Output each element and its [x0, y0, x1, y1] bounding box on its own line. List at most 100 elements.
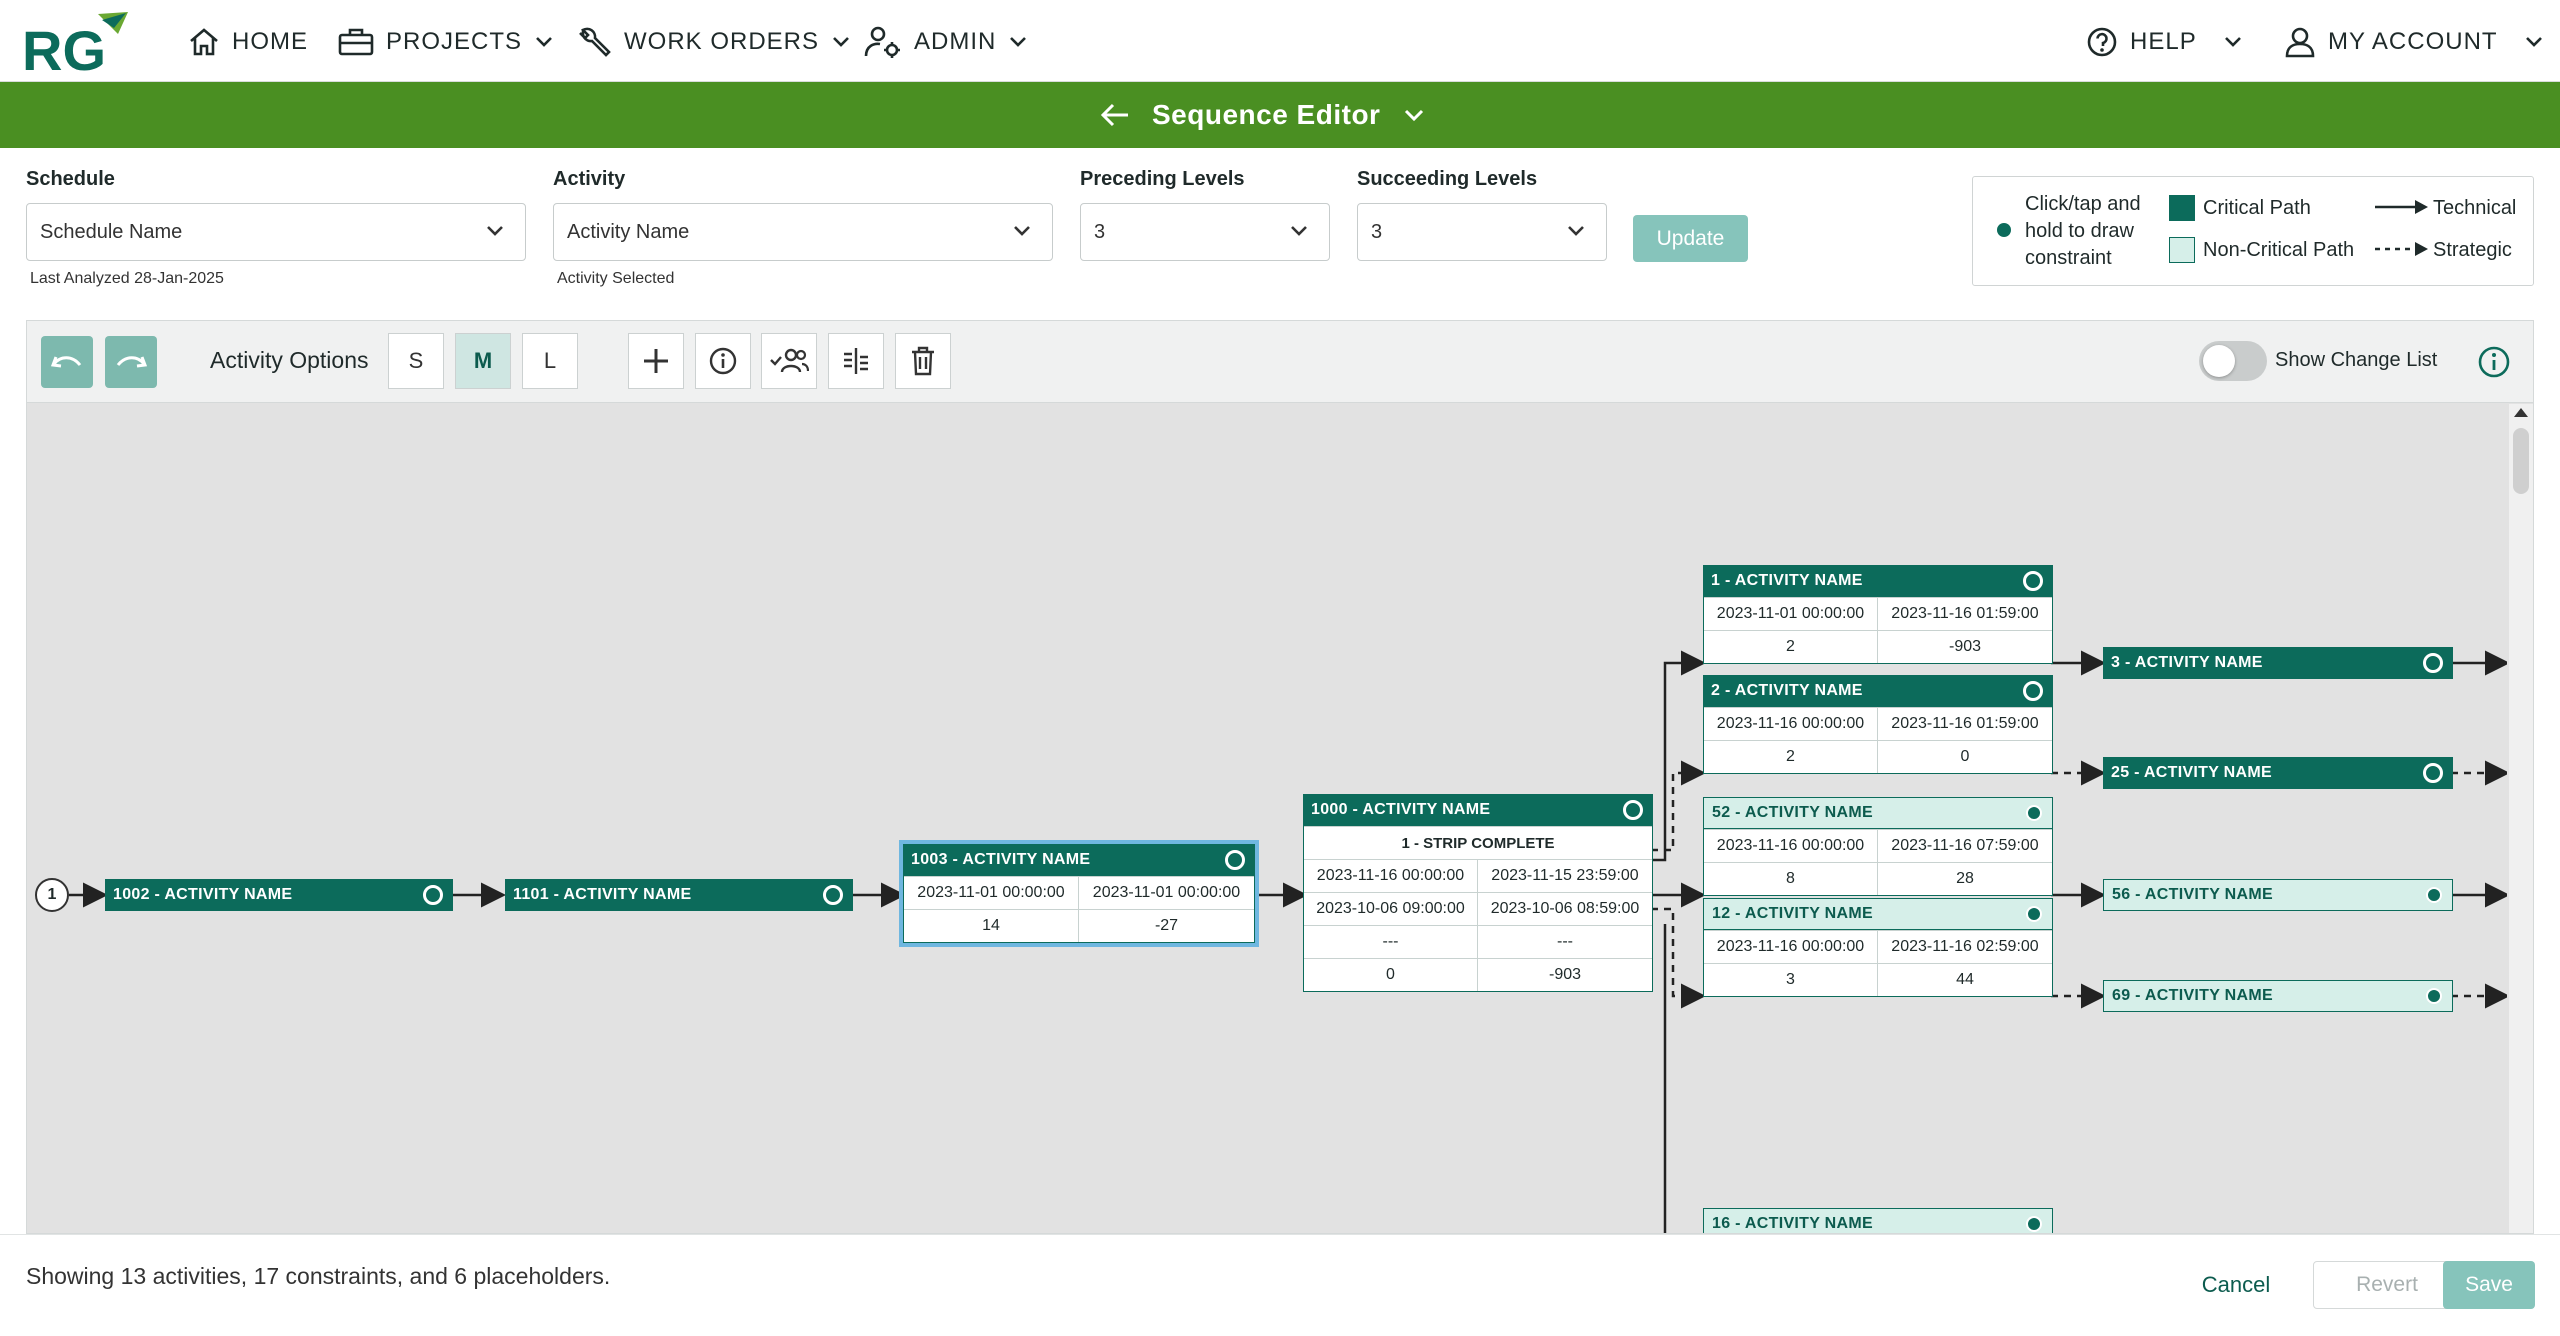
chevron-down-icon: [833, 37, 849, 47]
constraint-arrow[interactable]: [1651, 907, 1706, 1009]
connector-handle-icon[interactable]: [2026, 1216, 2042, 1232]
activity-select[interactable]: Activity Name: [553, 203, 1053, 261]
redo-button[interactable]: [105, 336, 157, 388]
activity-node-12[interactable]: 12 - ACTIVITY NAME 2023-11-16 00:00:00 2…: [1703, 898, 2053, 997]
activity-start-alt: 2023-10-06 09:00:00: [1304, 892, 1478, 925]
activity-options-label: Activity Options: [210, 347, 369, 373]
add-activity-button[interactable]: [628, 333, 684, 389]
activity-node-16[interactable]: 16 - ACTIVITY NAME: [1703, 1208, 2053, 1233]
activity-info-button[interactable]: [695, 333, 751, 389]
activity-title: 2 - ACTIVITY NAME: [1711, 682, 1863, 699]
nav-my-account[interactable]: MY ACCOUNT: [2284, 24, 2544, 60]
vertical-scrollbar[interactable]: [2509, 404, 2533, 1233]
undo-icon: [50, 356, 82, 368]
succeeding-levels-label: Succeeding Levels: [1357, 168, 1538, 190]
chevron-down-icon: [487, 226, 503, 236]
activity-node-1[interactable]: 1 - ACTIVITY NAME 2023-11-01 00:00:00 20…: [1703, 565, 2053, 664]
succeeding-levels-select[interactable]: 3: [1357, 203, 1607, 261]
activity-node-1000[interactable]: 1000 - ACTIVITY NAME 1 - STRIP COMPLETE …: [1303, 794, 1653, 992]
connector-handle-icon[interactable]: [423, 885, 443, 905]
activity-finish: 2023-11-16 01:59:00: [1878, 597, 2052, 630]
activity-title: 3 - ACTIVITY NAME: [2111, 654, 2263, 671]
connector-handle-icon[interactable]: [2026, 805, 2042, 821]
toggle-knob: [2203, 345, 2235, 377]
connector-handle-icon[interactable]: [823, 885, 843, 905]
split-icon: [844, 348, 868, 374]
connector-handle-icon[interactable]: [1623, 800, 1643, 820]
chevron-down-icon: [1014, 226, 1030, 236]
user-gear-icon: [864, 26, 900, 58]
legend-strategic-label: Strategic: [2433, 239, 2512, 261]
nav-work-orders[interactable]: WORK ORDERS: [578, 24, 851, 60]
activity-note: Activity Selected: [557, 270, 675, 287]
scroll-up-icon[interactable]: [2514, 408, 2528, 417]
diagram-summary: Showing 13 activities, 17 constraints, a…: [26, 1263, 611, 1289]
page-title: Sequence Editor: [1152, 99, 1381, 130]
activity-node-1101[interactable]: 1101 - ACTIVITY NAME: [505, 879, 853, 911]
non-critical-path-swatch: [2169, 237, 2195, 263]
sequence-diagram[interactable]: 1 1002 - ACTIVITY NAME 1101 - ACTIVITY N…: [27, 404, 2507, 1233]
back-arrow-icon[interactable]: [1100, 102, 1130, 128]
constraint-arrow[interactable]: [1651, 760, 1706, 852]
activity-finish: 2023-11-16 01:59:00: [1878, 707, 2052, 740]
size-s-button[interactable]: S: [388, 333, 444, 389]
activity-duration: 14: [904, 909, 1079, 942]
constraint-dot-icon: [1997, 223, 2011, 237]
activity-node-52[interactable]: 52 - ACTIVITY NAME 2023-11-16 00:00:00 2…: [1703, 797, 2053, 896]
connector-handle-icon[interactable]: [2423, 763, 2443, 783]
connector-handle-icon[interactable]: [2426, 887, 2442, 903]
activity-finish-alt: 2023-10-06 08:59:00: [1478, 892, 1652, 925]
nav-home[interactable]: HOME: [188, 24, 308, 60]
chevron-down-icon: [2224, 37, 2241, 47]
connector-handle-icon[interactable]: [2023, 681, 2043, 701]
activity-duration: 2: [1704, 740, 1878, 773]
connector-handle-icon[interactable]: [2423, 653, 2443, 673]
svg-text:RG: RG: [22, 19, 106, 74]
scrollbar-thumb[interactable]: [2513, 428, 2529, 494]
info-icon[interactable]: [2477, 345, 2511, 379]
size-l-button[interactable]: L: [522, 333, 578, 389]
assign-resources-button[interactable]: [761, 333, 817, 389]
activity-node-56[interactable]: 56 - ACTIVITY NAME: [2103, 879, 2453, 911]
delete-activity-button[interactable]: [895, 333, 951, 389]
start-node[interactable]: 1: [35, 878, 69, 912]
connector-handle-icon[interactable]: [2023, 571, 2043, 591]
chevron-down-icon[interactable]: [1402, 107, 1426, 123]
undo-button[interactable]: [41, 336, 93, 388]
activity-node-1003[interactable]: 1003 - ACTIVITY NAME 2023-11-01 00:00:00…: [899, 840, 1259, 947]
connector-handle-icon[interactable]: [1225, 850, 1245, 870]
split-activity-button[interactable]: [828, 333, 884, 389]
size-m-button[interactable]: M: [455, 333, 511, 389]
connector-handle-icon[interactable]: [2426, 988, 2442, 1004]
activity-start: 2023-11-16 00:00:00: [1704, 930, 1878, 963]
nav-admin[interactable]: ADMIN: [864, 24, 1028, 60]
schedule-select[interactable]: Schedule Name: [26, 203, 526, 261]
constraint-arrow[interactable]: [1651, 650, 1706, 862]
nav-projects[interactable]: PROJECTS: [338, 24, 554, 60]
activity-select-value: Activity Name: [567, 220, 690, 243]
activity-duration: 8: [1704, 862, 1878, 895]
cancel-button[interactable]: Cancel: [2178, 1261, 2294, 1309]
activity-node-1002[interactable]: 1002 - ACTIVITY NAME: [105, 879, 453, 911]
update-button[interactable]: Update: [1633, 215, 1748, 262]
schedule-note: Last Analyzed 28-Jan-2025: [30, 270, 224, 287]
activity-node-69[interactable]: 69 - ACTIVITY NAME: [2103, 980, 2453, 1012]
activity-float: 44: [1878, 963, 2052, 996]
nav-help-label: HELP: [2130, 28, 2197, 55]
connector-handle-icon[interactable]: [2026, 906, 2042, 922]
preceding-levels-select[interactable]: 3: [1080, 203, 1330, 261]
revert-button[interactable]: Revert: [2313, 1261, 2461, 1309]
activity-node-2[interactable]: 2 - ACTIVITY NAME 2023-11-16 00:00:00 20…: [1703, 675, 2053, 774]
nav-home-label: HOME: [232, 28, 308, 55]
save-button[interactable]: Save: [2443, 1261, 2535, 1309]
legend: Click/tap and hold to draw constraint Cr…: [1972, 176, 2534, 286]
nav-help[interactable]: HELP: [2086, 24, 2243, 60]
show-change-list-toggle[interactable]: [2199, 341, 2267, 381]
activity-node-25[interactable]: 25 - ACTIVITY NAME: [2103, 757, 2453, 789]
activity-node-3[interactable]: 3 - ACTIVITY NAME: [2103, 647, 2453, 679]
top-nav: RG HOME PROJECTS WORK ORDERS ADMIN HELP …: [0, 0, 2560, 82]
legend-critical-label: Critical Path: [2203, 197, 2311, 219]
rg-logo[interactable]: RG: [22, 8, 132, 74]
activity-title: 1 - ACTIVITY NAME: [1711, 572, 1863, 589]
chevron-down-icon: [536, 37, 552, 47]
